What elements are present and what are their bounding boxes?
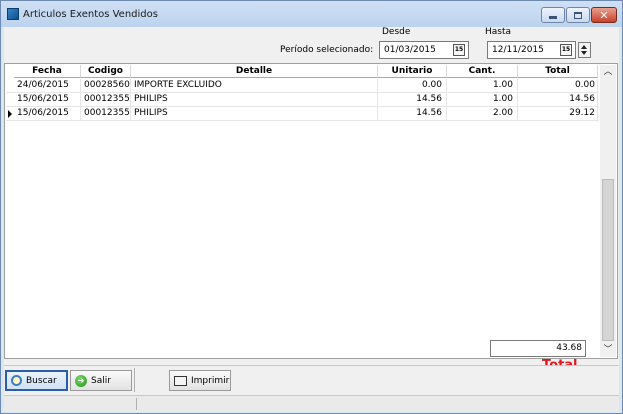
maximize-icon	[574, 11, 582, 19]
col-header-total[interactable]: Total	[518, 65, 598, 78]
scroll-down-icon[interactable]: ﹀	[600, 343, 616, 357]
spin-down-icon[interactable]	[581, 51, 587, 55]
cell-total: 0.00	[518, 79, 598, 92]
close-button[interactable]: ✕	[591, 7, 617, 23]
hasta-date-value: 12/11/2015	[492, 45, 544, 55]
toolbar-separator	[134, 368, 135, 392]
cell-unitario: 14.56	[378, 107, 447, 120]
cell-total: 14.56	[518, 93, 598, 106]
minimize-button[interactable]	[541, 7, 565, 23]
cell-fecha: 15/06/2015	[14, 107, 81, 120]
hasta-calendar-icon[interactable]: 15	[560, 44, 572, 56]
close-icon: ✕	[599, 8, 609, 22]
cell-detalle: PHILIPS	[131, 107, 378, 120]
col-header-unitario[interactable]: Unitario	[378, 65, 447, 78]
title-bar: Articulos Exentos Vendidos ✕	[1, 1, 622, 27]
sales-grid[interactable]: Fecha Codigo Detalle Unitario Cant. Tota…	[4, 63, 618, 359]
periodo-label: Período selecionado:	[280, 45, 374, 55]
minimize-icon	[549, 16, 557, 19]
scroll-up-icon[interactable]: ︿	[600, 65, 616, 79]
salir-label: Salir	[91, 375, 111, 386]
col-header-cant[interactable]: Cant.	[447, 65, 518, 78]
total-value-field: 43.68	[490, 340, 586, 357]
current-row-indicator-icon	[8, 110, 12, 118]
maximize-button[interactable]	[566, 7, 590, 23]
buscar-button[interactable]: Buscar	[5, 370, 68, 391]
cell-codigo: 00012355	[81, 93, 131, 106]
hasta-date-field[interactable]: 12/11/2015 15	[487, 41, 576, 59]
desde-date-value: 01/03/2015	[384, 45, 436, 55]
cell-codigo: 00028560	[81, 79, 131, 92]
cell-detalle: IMPORTE EXCLUIDO	[131, 79, 378, 92]
spin-up-icon[interactable]	[581, 45, 587, 49]
cell-cant: 1.00	[447, 79, 518, 92]
app-window: Articulos Exentos Vendidos ✕ Desde Hasta…	[0, 0, 623, 414]
table-row[interactable]: 15/06/2015 00012355 PHILIPS 14.56 1.00 1…	[6, 93, 599, 107]
status-pane-divider	[136, 398, 137, 410]
desde-calendar-icon[interactable]: 15	[453, 44, 465, 56]
cell-fecha: 15/06/2015	[14, 93, 81, 106]
table-row[interactable]: 15/06/2015 00012355 PHILIPS 14.56 2.00 2…	[6, 107, 599, 121]
scrollbar-thumb[interactable]	[602, 179, 614, 341]
cell-cant: 2.00	[447, 107, 518, 120]
cell-detalle: PHILIPS	[131, 93, 378, 106]
cell-cant: 1.00	[447, 93, 518, 106]
imprimir-label: Imprimir	[191, 375, 230, 386]
buscar-label: Buscar	[26, 375, 57, 386]
desde-label: Desde	[382, 27, 411, 37]
bottom-toolbar: Buscar ➜ Salir Imprimir	[4, 365, 619, 394]
status-bar	[4, 395, 619, 412]
salir-button[interactable]: ➜ Salir	[70, 370, 132, 391]
search-icon	[11, 375, 22, 386]
client-area: Desde Hasta Período selecionado: 01/03/2…	[4, 27, 619, 412]
col-header-codigo[interactable]: Codigo	[81, 65, 131, 78]
vertical-scrollbar[interactable]: ︿ ﹀	[600, 65, 616, 357]
cell-codigo: 00012355	[81, 107, 131, 120]
cell-total: 29.12	[518, 107, 598, 120]
table-row[interactable]: 24/06/2015 00028560 IMPORTE EXCLUIDO 0.0…	[6, 79, 599, 93]
hasta-label: Hasta	[485, 27, 512, 37]
app-icon	[7, 8, 19, 20]
cell-unitario: 0.00	[378, 79, 447, 92]
printer-icon	[174, 375, 187, 386]
exit-icon: ➜	[75, 374, 87, 387]
cell-unitario: 14.56	[378, 93, 447, 106]
date-spinner[interactable]	[578, 42, 591, 58]
col-header-detalle[interactable]: Detalle	[131, 65, 378, 78]
window-title: Articulos Exentos Vendidos	[23, 9, 158, 20]
desde-date-field[interactable]: 01/03/2015 15	[379, 41, 469, 59]
cell-fecha: 24/06/2015	[14, 79, 81, 92]
imprimir-button[interactable]: Imprimir	[169, 370, 231, 391]
col-header-fecha[interactable]: Fecha	[14, 65, 81, 78]
